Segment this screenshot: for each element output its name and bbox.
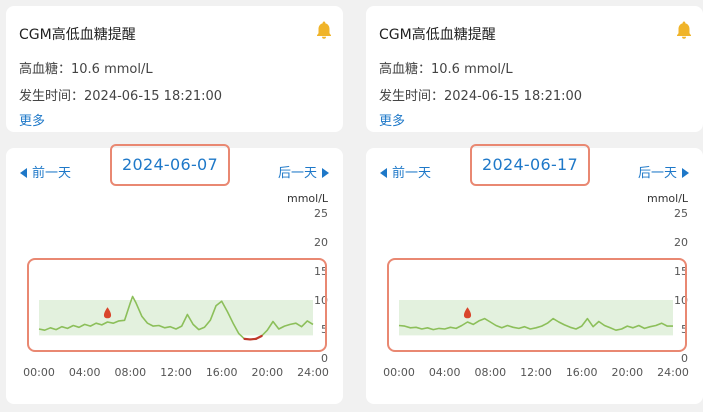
x-tick-label: 20:00 [251, 366, 283, 379]
x-tick-label: 16:00 [566, 366, 598, 379]
chart-card: 前一天 2024-06-17 后一天 mmol/L 25 20 15 10 5 0 00:0… [366, 144, 703, 404]
highlight-frame [387, 258, 687, 352]
y-tick-label: 20 [674, 236, 688, 249]
x-tick-label: 00:00 [23, 366, 55, 379]
x-tick-label: 20:00 [611, 366, 643, 379]
y-tick-label: 25 [674, 207, 688, 220]
x-tick-label: 00:00 [383, 366, 415, 379]
chart-card: 前一天 2024-06-07 后一天 mmol/L 25 20 15 10 5 0 00:0… [6, 144, 343, 404]
occurrence-time-text: 发生时间：2024-06-15 18:21:00 [19, 89, 223, 104]
glucose-value-text: 高血糖：10.6 mmol/L [19, 62, 153, 77]
x-tick-label: 08:00 [114, 366, 146, 379]
bell-icon [677, 21, 691, 39]
y-tick-label: 0 [681, 352, 688, 365]
bell-icon [317, 21, 331, 39]
x-tick-label: 04:00 [69, 366, 101, 379]
occurrence-time-text: 发生时间：2024-06-15 18:21:00 [379, 89, 583, 104]
x-tick-label: 24:00 [657, 366, 689, 379]
more-link[interactable]: 更多 [19, 110, 45, 129]
alert-title: CGM高低血糖提醒 [19, 27, 136, 43]
x-tick-label: 04:00 [429, 366, 461, 379]
x-tick-label: 08:00 [474, 366, 506, 379]
alert-card: CGM高低血糖提醒 高血糖：10.6 mmol/L 发生时间：2024-06-1… [366, 6, 703, 132]
alert-card: CGM高低血糖提醒 高血糖：10.6 mmol/L 发生时间：2024-06-1… [6, 6, 343, 132]
cgm-panel-right: CGM高低血糖提醒 高血糖：10.6 mmol/L 发生时间：2024-06-1… [366, 0, 703, 412]
x-tick-label: 16:00 [206, 366, 238, 379]
y-tick-label: 20 [314, 236, 328, 249]
y-tick-label: 0 [321, 352, 328, 365]
highlight-frame [27, 258, 327, 352]
cgm-panel-left: CGM高低血糖提醒 高血糖：10.6 mmol/L 发生时间：2024-06-1… [6, 0, 349, 412]
x-tick-label: 24:00 [297, 366, 329, 379]
x-tick-label: 12:00 [160, 366, 192, 379]
x-tick-label: 12:00 [520, 366, 552, 379]
glucose-value-text: 高血糖：10.6 mmol/L [379, 62, 513, 77]
alert-title: CGM高低血糖提醒 [379, 27, 496, 43]
y-tick-label: 25 [314, 207, 328, 220]
more-link[interactable]: 更多 [379, 110, 405, 129]
